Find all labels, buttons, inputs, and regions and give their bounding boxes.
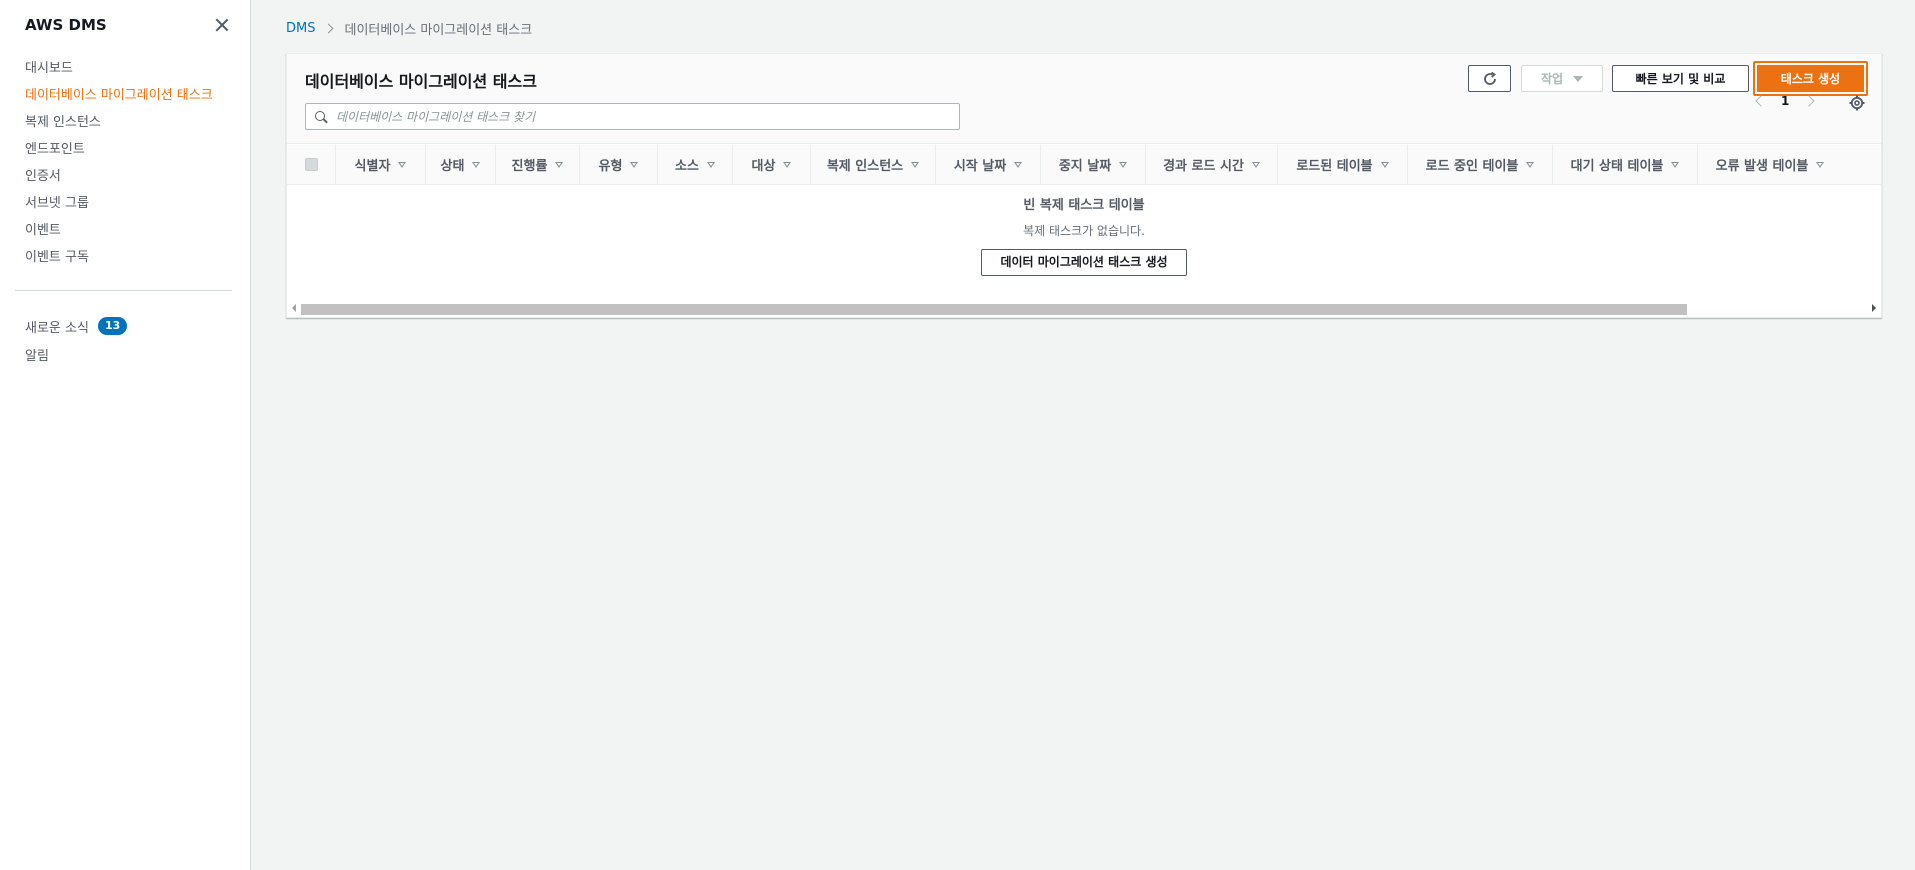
column-label: 경과 로드 시간 [1163, 159, 1244, 174]
column-header-tables-queued[interactable]: 대기 상태 테이블 [1552, 145, 1697, 184]
column-label: 유형 [598, 159, 623, 174]
sort-icon [630, 161, 639, 168]
column-label: 소스 [675, 159, 699, 174]
close-icon[interactable] [214, 17, 230, 33]
actions-label: 작업 [1540, 72, 1564, 86]
scrollbar-thumb[interactable] [301, 304, 1687, 315]
empty-state-description: 복제 태스크가 없습니다. [1023, 224, 1145, 238]
column-label: 진행률 [511, 159, 548, 174]
tasks-table-panel: 데이터베이스 마이그레이션 태스크 작업 빠른 보기 및 비교 태스크 생성 1 [286, 53, 1882, 318]
column-label: 오류 발생 테이블 [1715, 159, 1809, 174]
select-all-checkbox-cell [287, 145, 335, 184]
sidebar-item-whats-new[interactable]: 새로운 소식 13 [25, 312, 128, 340]
create-task-button-focus-ring: 태스크 생성 [1753, 61, 1868, 96]
search-input[interactable] [336, 109, 936, 124]
sidebar-divider [15, 290, 232, 291]
table-header: 식별자 상태 진행률 유형 소스 대상 복제 인스턴스 시작 날짜 중지 날짜 … [287, 145, 1881, 185]
search-field[interactable] [305, 103, 960, 130]
sort-icon [1671, 161, 1680, 168]
chevron-right-icon [324, 23, 334, 34]
sidebar-item-event-subscriptions[interactable]: 이벤트 구독 [25, 248, 213, 275]
gear-icon[interactable] [1849, 95, 1865, 111]
actions-dropdown[interactable]: 작업 [1521, 65, 1603, 92]
column-label: 대상 [751, 159, 776, 174]
sort-icon [1380, 161, 1389, 168]
page-number[interactable]: 1 [1781, 94, 1789, 108]
sort-icon [1119, 161, 1128, 168]
panel-header: 데이터베이스 마이그레이션 태스크 작업 빠른 보기 및 비교 태스크 생성 1 [287, 54, 1881, 144]
column-label: 복제 인스턴스 [826, 159, 904, 174]
create-task-button[interactable]: 태스크 생성 [1757, 65, 1864, 92]
quick-view-compare-button[interactable]: 빠른 보기 및 비교 [1612, 65, 1749, 92]
refresh-icon [1483, 71, 1496, 85]
sidebar-item-dashboard[interactable]: 대시보드 [25, 59, 213, 86]
column-header-type[interactable]: 유형 [579, 145, 657, 184]
caret-down-icon [1573, 75, 1584, 82]
column-label: 시작 날짜 [953, 159, 1007, 174]
select-all-checkbox[interactable] [304, 158, 318, 171]
empty-state: 빈 복제 태스크 테이블 복제 태스크가 없습니다. 데이터 마이그레이션 태스… [287, 186, 1881, 276]
sidebar-item-label: 새로운 소식 [25, 320, 89, 336]
sidebar-header: AWS DMS [25, 15, 230, 35]
column-label: 식별자 [354, 159, 391, 174]
column-header-status[interactable]: 상태 [425, 145, 495, 184]
column-label: 상태 [440, 159, 465, 174]
sidebar-item-subnet-groups[interactable]: 서브넷 그룹 [25, 194, 213, 221]
scroll-right-icon[interactable] [1872, 304, 1876, 312]
breadcrumb-link-dms[interactable]: DMS [286, 21, 315, 36]
column-header-source[interactable]: 소스 [657, 145, 732, 184]
sort-icon [911, 161, 920, 168]
sidebar-title: AWS DMS [25, 16, 107, 34]
sort-icon [706, 161, 715, 168]
refresh-button[interactable] [1468, 65, 1511, 92]
page-title: 데이터베이스 마이그레이션 태스크 [305, 72, 537, 91]
sidebar-item-certificates[interactable]: 인증서 [25, 167, 213, 194]
column-header-progress[interactable]: 진행률 [495, 145, 579, 184]
column-header-replication-instance[interactable]: 복제 인스턴스 [810, 145, 935, 184]
sidebar-item-events[interactable]: 이벤트 [25, 221, 213, 248]
notification-count-badge: 13 [97, 317, 128, 335]
sort-icon [398, 161, 407, 168]
column-label: 로드 중인 테이블 [1425, 159, 1519, 174]
search-icon [315, 110, 327, 123]
sidebar-item-notifications[interactable]: 알림 [25, 340, 127, 368]
column-header-tables-loaded[interactable]: 로드된 테이블 [1277, 145, 1407, 184]
breadcrumb: DMS 데이터베이스 마이그레이션 태스크 [286, 19, 532, 38]
sort-icon [472, 161, 481, 168]
column-header-elapsed-load-time[interactable]: 경과 로드 시간 [1145, 145, 1277, 184]
column-label: 중지 날짜 [1058, 159, 1112, 174]
chevron-right-icon[interactable] [1803, 95, 1816, 107]
horizontal-scrollbar[interactable] [287, 299, 1881, 316]
column-header-identifier[interactable]: 식별자 [335, 145, 425, 184]
sort-icon [1526, 161, 1535, 168]
sort-icon [1251, 161, 1260, 168]
sort-icon [783, 161, 792, 168]
column-label: 대기 상태 테이블 [1570, 159, 1664, 174]
column-header-tables-loading[interactable]: 로드 중인 테이블 [1407, 145, 1552, 184]
sort-icon [1014, 161, 1023, 168]
empty-state-title: 빈 복제 태스크 테이블 [1023, 198, 1145, 213]
sort-icon [555, 161, 564, 168]
scroll-left-icon[interactable] [292, 304, 296, 312]
column-header-target[interactable]: 대상 [732, 145, 810, 184]
column-header-tables-errored[interactable]: 오류 발생 테이블 [1697, 145, 1842, 184]
create-migration-task-button[interactable]: 데이터 마이그레이션 태스크 생성 [981, 249, 1187, 276]
sidebar-item-replication-instances[interactable]: 복제 인스턴스 [25, 113, 213, 140]
sidebar-item-label: 알림 [25, 348, 49, 364]
sidebar-item-migration-tasks[interactable]: 데이터베이스 마이그레이션 태스크 [25, 86, 213, 113]
sidebar-footer-nav: 새로운 소식 13 알림 [25, 312, 128, 368]
column-label: 로드된 테이블 [1296, 159, 1373, 174]
sidebar-nav: 대시보드 데이터베이스 마이그레이션 태스크 복제 인스턴스 엔드포인트 인증서… [25, 59, 213, 275]
scrollbar-track[interactable] [301, 304, 1869, 315]
sidebar-item-endpoints[interactable]: 엔드포인트 [25, 140, 213, 167]
breadcrumb-current: 데이터베이스 마이그레이션 태스크 [344, 23, 533, 38]
side-navigation: AWS DMS 대시보드 데이터베이스 마이그레이션 태스크 복제 인스턴스 엔… [0, 0, 251, 870]
column-header-start-date[interactable]: 시작 날짜 [935, 145, 1040, 184]
column-header-stop-date[interactable]: 중지 날짜 [1040, 145, 1145, 184]
chevron-left-icon[interactable] [1755, 95, 1767, 107]
sort-icon [1816, 161, 1825, 168]
pagination: 1 [1751, 94, 1819, 108]
